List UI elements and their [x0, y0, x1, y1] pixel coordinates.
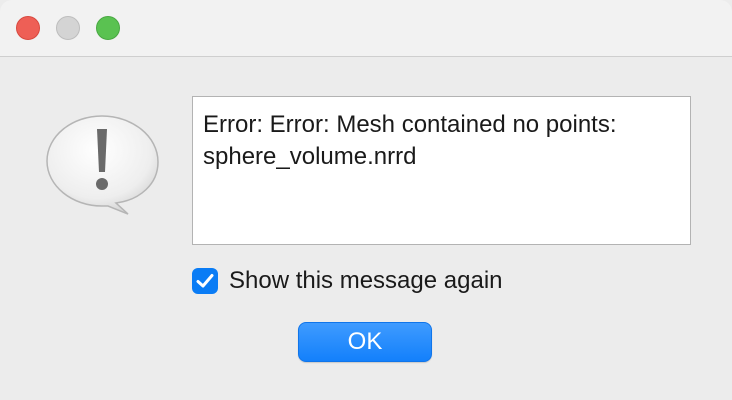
error-message-text: Error: Error: Mesh contained no points: … [192, 96, 691, 245]
checkmark-icon [196, 274, 214, 288]
alert-dialog-window: Error: Error: Mesh contained no points: … [0, 0, 732, 400]
show-message-again-checkbox[interactable] [192, 268, 218, 294]
title-bar [0, 0, 732, 57]
zoom-window-button[interactable] [96, 16, 120, 40]
show-message-again-label[interactable]: Show this message again [229, 267, 503, 295]
show-message-again-option[interactable]: Show this message again [192, 266, 503, 296]
minimize-window-button[interactable] [56, 16, 80, 40]
exclamation-speech-bubble-icon [44, 110, 164, 218]
ok-button[interactable]: OK [298, 322, 432, 362]
close-window-button[interactable] [16, 16, 40, 40]
